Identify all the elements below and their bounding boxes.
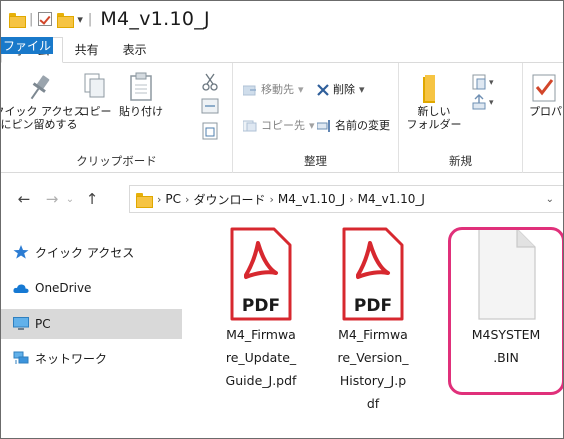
toolbar-separator: | (29, 11, 34, 27)
new-item-icon: ▾ (472, 74, 494, 90)
navigation-pane: クイック アクセス OneDrive PC ネットワーク (1, 229, 182, 438)
navigation-bar: ← → ⌄ ↑ › PC › ダウンロード › M4_v1.10_J › M4_… (1, 181, 563, 217)
folder-icon (136, 192, 153, 208)
clipboard-group: クイック アクセス にピン留めする コピー 貼り付け クリップボード (1, 63, 233, 173)
copy-button[interactable]: コピー (77, 71, 113, 118)
organize-group: 移動先 ▾ 削除 ▾ コピー先 ▾ 名前の変更 整理 (233, 63, 399, 173)
toolbar-separator: | (87, 11, 93, 27)
nav-item-pc[interactable]: PC (1, 309, 182, 339)
file-name: M4_Firmwa re_Version_ History_J.p df (337, 327, 409, 411)
clipboard-small-icons[interactable] (199, 73, 221, 143)
tab-share[interactable]: 共有 (63, 37, 111, 62)
pdf-file-icon: PDF (230, 227, 292, 321)
breadcrumb-current-folder[interactable]: M4_v1.10_J (358, 192, 425, 206)
paste-shortcut-icon (202, 122, 218, 140)
nav-item-network[interactable]: ネットワーク (1, 343, 182, 373)
breadcrumb-folder[interactable]: M4_v1.10_J (278, 192, 345, 206)
window-title: M4_v1.10_J (100, 8, 210, 30)
quick-access-toolbar: | ▾ | (9, 11, 93, 28)
file-name: M4_Firmwa re_Update_ Guide_J.pdf (225, 327, 297, 388)
pin-label-line2: にピン留めする (0, 118, 78, 131)
paste-label: 貼り付け (119, 105, 163, 118)
address-bar[interactable]: › PC › ダウンロード › M4_v1.10_J › M4_v1.10_J … (129, 185, 563, 213)
delete-button[interactable]: 削除 ▾ (317, 83, 365, 96)
rename-icon (317, 119, 330, 132)
breadcrumb-chevron-icon: › (185, 192, 190, 206)
ribbon: クイック アクセス にピン留めする コピー 貼り付け クリップボード 移動先 ▾… (1, 63, 563, 173)
new-item-icons[interactable]: ▾ ▾ (471, 73, 507, 113)
rename-label: 名前の変更 (335, 119, 390, 132)
paste-icon (130, 72, 152, 101)
new-group-label: 新規 (449, 154, 472, 168)
title-bar: | ▾ | M4_v1.10_J (1, 1, 563, 37)
monitor-icon (13, 317, 29, 330)
breadcrumb-downloads[interactable]: ダウンロード (193, 191, 265, 208)
new-folder-icon (423, 75, 435, 103)
up-arrow-icon[interactable]: ↑ (81, 190, 103, 208)
new-folder-label-line1: 新しい (417, 105, 451, 118)
nav-item-quick-access[interactable]: クイック アクセス (1, 237, 182, 267)
copy-icon (84, 73, 105, 98)
properties-icon (532, 74, 556, 102)
tab-view[interactable]: 表示 (111, 37, 159, 62)
properties-button[interactable]: プロパテ (529, 71, 563, 118)
copy-to-icon (243, 120, 257, 131)
highlight-annotation (448, 227, 563, 395)
explorer-window: | ▾ | M4_v1.10_J ファイル ホーム 共有 表示 (0, 0, 564, 439)
nav-item-label: ネットワーク (35, 351, 108, 366)
pdf-icon-label: PDF (354, 296, 392, 316)
move-to-button[interactable]: 移動先 ▾ (243, 83, 304, 96)
pin-icon (30, 75, 50, 100)
svg-text:▾: ▾ (489, 98, 494, 108)
move-to-icon (243, 85, 256, 95)
copy-to-label: コピー先 (261, 119, 305, 132)
copy-to-button[interactable]: コピー先 ▾ (243, 119, 315, 132)
cut-icon (202, 73, 218, 91)
delete-label: 削除 (333, 83, 355, 96)
pdf-file-icon: PDF (342, 227, 404, 321)
nav-item-label: クイック アクセス (35, 245, 135, 260)
breadcrumb-pc[interactable]: PC (165, 192, 181, 206)
delete-x-icon (317, 83, 329, 96)
new-folder-button[interactable]: 新しい フォルダー (406, 71, 462, 131)
recent-locations-chevron-icon[interactable]: ⌄ (63, 194, 77, 205)
tab-file[interactable]: ファイル (1, 37, 53, 54)
open-group: プロパテ (523, 63, 563, 173)
breadcrumb-chevron-icon: › (349, 192, 354, 206)
copy-label: コピー (78, 105, 112, 118)
new-group: 新しい フォルダー ▾ ▾ 新規 (399, 63, 523, 173)
properties-check-icon[interactable] (38, 12, 53, 26)
forward-arrow-icon[interactable]: → (41, 190, 63, 208)
back-arrow-icon[interactable]: ← (13, 190, 35, 208)
new-folder-label-line2: フォルダー (406, 118, 462, 131)
easy-access-icon: ▾ (472, 94, 494, 110)
paste-button[interactable]: 貼り付け (115, 71, 167, 118)
ribbon-tabs: ファイル ホーム 共有 表示 (1, 37, 563, 63)
breadcrumb-chevron-icon: › (157, 192, 162, 206)
folder-icon[interactable] (9, 12, 26, 28)
rename-button[interactable]: 名前の変更 (317, 119, 390, 132)
nav-item-label: PC (35, 317, 51, 331)
customize-toolbar-dropdown[interactable]: ▾ (77, 13, 83, 26)
nav-item-onedrive[interactable]: OneDrive (1, 273, 182, 303)
svg-text:▾: ▾ (489, 78, 494, 88)
breadcrumb-chevron-icon: › (269, 192, 274, 206)
new-folder-icon[interactable] (57, 12, 75, 28)
file-item-version-history[interactable]: PDF M4_Firmwa re_Version_ History_J.p df (323, 223, 423, 415)
organize-group-label: 整理 (304, 154, 327, 168)
copy-path-icon (201, 98, 219, 114)
pdf-icon-label: PDF (242, 296, 280, 316)
network-icon (13, 351, 29, 364)
clipboard-group-label: クリップボード (76, 154, 157, 168)
move-to-label: 移動先 (261, 83, 294, 96)
address-dropdown-icon[interactable]: ⌄ (546, 194, 554, 205)
pin-to-quick-access-button[interactable]: クイック アクセス にピン留めする (1, 71, 84, 131)
pin-label-line1: クイック アクセス (0, 105, 85, 118)
nav-item-label: OneDrive (35, 281, 92, 295)
properties-label: プロパテ (529, 105, 563, 118)
star-icon (13, 245, 29, 259)
file-item-update-guide[interactable]: PDF M4_Firmwa re_Update_ Guide_J.pdf (211, 223, 311, 392)
cloud-icon (13, 284, 29, 293)
